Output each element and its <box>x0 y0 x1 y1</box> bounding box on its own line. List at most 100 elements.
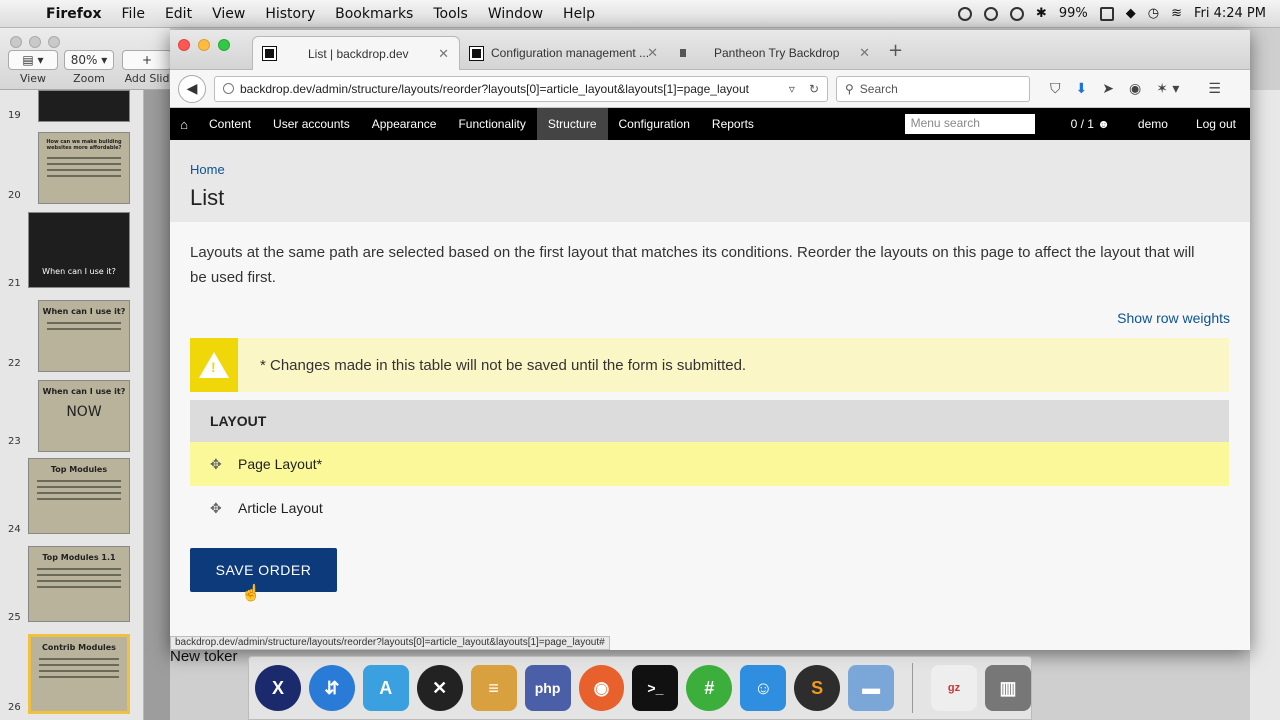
table-row[interactable]: ✥ Page Layout* <box>190 442 1229 486</box>
keynote-zoom-button[interactable] <box>48 36 60 48</box>
tab-bar: List | backdrop.dev ✕ Configuration mana… <box>170 30 1250 70</box>
accessibility-icon[interactable] <box>957 6 972 21</box>
warning-text: * Changes made in this table will not be… <box>260 356 747 374</box>
table-row[interactable]: ✥ Article Layout <box>190 486 1229 530</box>
send-icon[interactable]: ➤ <box>1102 81 1114 97</box>
admin-item-user-accounts[interactable]: User accounts <box>262 108 361 140</box>
hamburger-menu-icon[interactable]: ☰ <box>1208 81 1221 97</box>
admin-item-appearance[interactable]: Appearance <box>361 108 448 140</box>
close-tab-icon[interactable]: ✕ <box>438 46 449 62</box>
extension-icon[interactable]: ✶ ▾ <box>1156 81 1179 97</box>
new-tab-plus-icon[interactable]: + <box>888 40 903 61</box>
keynote-zoom-select[interactable]: 80% ▾ Zoom <box>64 50 114 85</box>
slide-thumb-24[interactable]: Top Modules <box>28 458 130 534</box>
status-area: ✱ 99% ◆ ◷ ≋ Fri 4:24 PM <box>957 6 1280 21</box>
menu-tools[interactable]: Tools <box>423 6 478 22</box>
keynote-view-button[interactable]: ▤ ▾ View <box>8 50 58 85</box>
bluetooth-icon[interactable]: ✱ <box>1036 6 1047 21</box>
finder-icon[interactable]: ☺ <box>740 665 787 711</box>
trash-icon[interactable]: ▥ <box>984 665 1031 711</box>
search-bar[interactable]: ⚲ Search <box>836 75 1030 102</box>
keynote-minimize-button[interactable] <box>29 36 41 48</box>
download-icon[interactable]: ⬇ <box>1076 81 1088 97</box>
dropdown-arrow-icon[interactable]: ▿ <box>789 82 795 96</box>
slide-title: How can we make building websites more a… <box>46 139 122 151</box>
keynote-close-button[interactable] <box>10 36 22 48</box>
panda-icon[interactable] <box>1009 6 1024 21</box>
slide-thumb-20[interactable]: How can we make building websites more a… <box>38 132 130 204</box>
tab-list[interactable]: List | backdrop.dev ✕ <box>252 36 460 70</box>
minimize-window-button[interactable] <box>198 39 210 51</box>
x-icon[interactable]: X <box>255 665 301 711</box>
url-bar[interactable]: backdrop.dev/admin/structure/layouts/reo… <box>214 75 828 102</box>
menu-view[interactable]: View <box>202 6 255 22</box>
sublime-icon[interactable]: S <box>794 665 841 711</box>
keynote-icon[interactable]: ▬ <box>848 665 895 711</box>
hashtag-icon[interactable]: # <box>686 665 733 711</box>
slide-title: Top Modules 1.1 <box>42 553 116 562</box>
chat-icon[interactable]: ◉ <box>1129 81 1141 97</box>
menu-edit[interactable]: Edit <box>155 6 202 22</box>
slide-thumb-23[interactable]: When can I use it? NOW <box>38 380 130 452</box>
archive-icon[interactable]: gz <box>931 665 977 711</box>
menu-search-input[interactable]: Menu search <box>904 114 1035 134</box>
zoom-window-button[interactable] <box>218 39 230 51</box>
keynote-window-controls <box>10 36 60 48</box>
menu-app-name[interactable]: Firefox <box>36 6 112 22</box>
admin-item-configuration[interactable]: Configuration <box>608 108 701 140</box>
drag-handle-icon[interactable]: ✥ <box>210 500 238 517</box>
dropbox-icon[interactable]: ◆ <box>1126 6 1136 21</box>
slide-thumb-25[interactable]: Top Modules 1.1 <box>28 546 130 622</box>
home-icon[interactable]: ⌂ <box>170 117 198 132</box>
menu-history[interactable]: History <box>255 6 325 22</box>
pocket-icon[interactable]: ⛉ <box>1050 81 1061 97</box>
slide-thumb-21[interactable]: When can I use it? <box>28 212 130 288</box>
tab-configuration[interactable]: Configuration management ... ✕ <box>460 36 668 70</box>
slide-thumb-26[interactable]: Contrib Modules <box>28 634 130 714</box>
warning-icon: ! <box>190 338 238 392</box>
admin-item-content[interactable]: Content <box>198 108 262 140</box>
user-link[interactable]: demo <box>1124 117 1182 131</box>
clock[interactable]: Fri 4:24 PM <box>1194 6 1266 21</box>
logout-link[interactable]: Log out <box>1182 117 1250 131</box>
menu-file[interactable]: File <box>112 6 155 22</box>
tab-pantheon[interactable]: Pantheon Try Backdrop ✕ <box>670 36 880 70</box>
show-row-weights-link[interactable]: Show row weights <box>1117 310 1230 326</box>
battery-icon[interactable] <box>1099 6 1114 21</box>
menu-help[interactable]: Help <box>553 6 605 22</box>
user-counter[interactable]: 0 / 1 ☻ <box>1057 117 1124 131</box>
terminal-icon[interactable]: >_ <box>632 665 679 711</box>
slide-thumb-19[interactable] <box>38 90 130 122</box>
breadcrumb-home[interactable]: Home <box>190 162 1230 177</box>
firefox-icon[interactable]: ◉ <box>578 665 625 711</box>
wifi-icon[interactable]: ≋ <box>1171 6 1182 21</box>
admin-item-structure[interactable]: Structure <box>536 108 608 140</box>
lightbulb-icon[interactable] <box>983 6 998 21</box>
xcode-icon[interactable]: A <box>362 665 409 711</box>
slide-thumb-22[interactable]: When can I use it? <box>38 300 130 372</box>
php-icon[interactable]: php <box>524 665 571 711</box>
admin-item-functionality[interactable]: Functionality <box>447 108 536 140</box>
drag-handle-icon[interactable]: ✥ <box>210 456 238 473</box>
database-icon[interactable]: ≡ <box>470 665 517 711</box>
menu-window[interactable]: Window <box>478 6 553 22</box>
slide-number: 24 <box>8 524 21 535</box>
keynote-add-slide-button[interactable]: + Add Slid <box>122 50 172 85</box>
network-icon[interactable]: ⇵ <box>308 665 355 711</box>
close-tab-icon[interactable]: ✕ <box>859 45 870 61</box>
admin-item-reports[interactable]: Reports <box>701 108 765 140</box>
save-order-button[interactable]: SAVE ORDER <box>190 548 337 592</box>
close-window-button[interactable] <box>178 39 190 51</box>
battery-percent: 99% <box>1058 6 1088 21</box>
tools-icon[interactable]: ✕ <box>416 665 463 711</box>
slide-number: 25 <box>8 612 21 623</box>
slide-title: When can I use it? <box>42 307 126 316</box>
menu-bookmarks[interactable]: Bookmarks <box>325 6 423 22</box>
slide-big-text: NOW <box>66 404 102 420</box>
admin-bar: ⌂ Content User accounts Appearance Funct… <box>170 108 1250 140</box>
slide-lines <box>37 480 121 500</box>
back-arrow-icon[interactable]: ◀ <box>178 74 206 103</box>
close-tab-icon[interactable]: ✕ <box>647 45 658 61</box>
timemachine-icon[interactable]: ◷ <box>1148 6 1159 21</box>
reload-icon[interactable]: ↻ <box>809 82 819 96</box>
